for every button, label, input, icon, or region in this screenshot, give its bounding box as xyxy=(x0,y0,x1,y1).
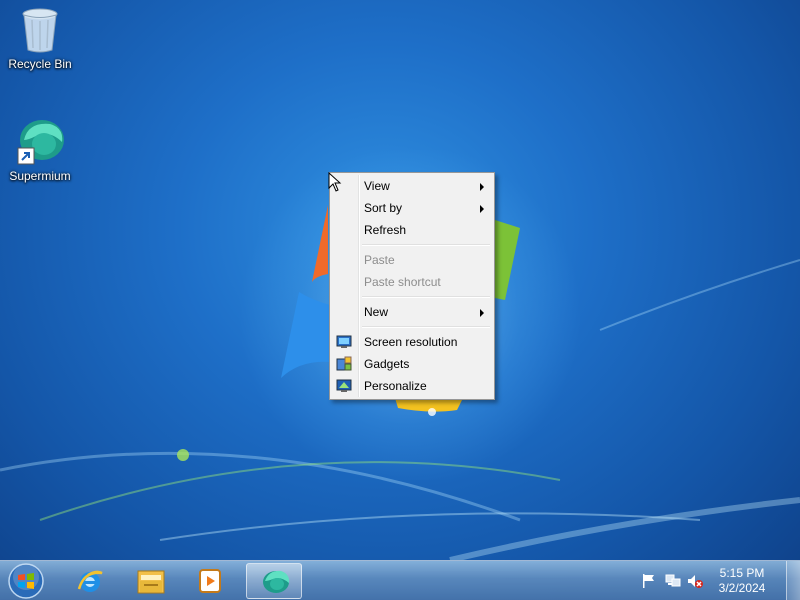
menu-separator xyxy=(332,323,492,331)
submenu-arrow-icon xyxy=(480,309,484,317)
menu-item-paste: Paste xyxy=(332,249,492,271)
clock-time: 5:15 PM xyxy=(719,566,765,580)
supermium-icon xyxy=(263,570,290,593)
desktop-context-menu: View Sort by Refresh Paste Paste shortcu… xyxy=(329,172,495,400)
gadgets-icon xyxy=(336,356,352,371)
menu-item-screen-resolution[interactable]: Screen resolution xyxy=(332,331,492,353)
menu-item-label: View xyxy=(364,179,390,193)
network-icon[interactable] xyxy=(665,573,681,589)
internet-explorer-icon xyxy=(77,570,103,592)
menu-item-label: Screen resolution xyxy=(364,335,458,349)
menu-item-label: Gadgets xyxy=(364,357,410,371)
recycle-bin-label: Recycle Bin xyxy=(8,57,72,71)
taskbar-internet-explorer[interactable] xyxy=(62,563,118,599)
personalize-icon xyxy=(336,379,352,392)
menu-separator xyxy=(332,241,492,249)
media-player-icon xyxy=(199,569,221,593)
menu-item-paste-shortcut: Paste shortcut xyxy=(332,271,492,293)
windows-start-orb-icon xyxy=(8,563,44,599)
menu-item-gadgets[interactable]: Gadgets xyxy=(332,353,492,375)
submenu-arrow-icon xyxy=(480,183,484,191)
clock[interactable]: 5:15 PM 3/2/2024 xyxy=(712,566,772,596)
submenu-arrow-icon xyxy=(480,205,484,213)
menu-item-label: New xyxy=(364,305,389,319)
taskbar-windows-explorer[interactable] xyxy=(122,563,178,599)
clock-date: 3/2/2024 xyxy=(718,581,766,595)
start-button[interactable] xyxy=(6,562,46,600)
screen-resolution-icon xyxy=(336,335,352,348)
menu-item-label: Paste shortcut xyxy=(364,275,441,289)
supermium-icon xyxy=(17,120,64,165)
menu-item-sort-by[interactable]: Sort by xyxy=(332,197,492,219)
system-tray: 5:15 PM 3/2/2024 xyxy=(635,561,800,600)
mouse-cursor-icon xyxy=(328,172,342,192)
supermium-label: Supermium xyxy=(9,169,71,183)
menu-separator xyxy=(332,293,492,301)
menu-item-view[interactable]: View xyxy=(332,175,492,197)
show-desktop-button[interactable] xyxy=(786,561,800,600)
menu-item-new[interactable]: New xyxy=(332,301,492,323)
taskbar: 5:15 PM 3/2/2024 xyxy=(0,560,800,600)
recycle-bin-icon xyxy=(22,8,58,53)
action-center-flag-icon[interactable] xyxy=(641,573,657,589)
menu-item-label: Sort by xyxy=(364,201,403,215)
menu-item-personalize[interactable]: Personalize xyxy=(332,375,492,397)
menu-item-label: Paste xyxy=(364,253,395,267)
desktop-icon-supermium[interactable]: Supermium xyxy=(5,118,75,183)
volume-muted-icon[interactable] xyxy=(687,573,703,589)
menu-item-label: Refresh xyxy=(364,223,407,237)
desktop-icon-recycle-bin[interactable]: Recycle Bin xyxy=(5,6,75,71)
windows-explorer-icon xyxy=(137,570,165,594)
menu-item-refresh[interactable]: Refresh xyxy=(332,219,492,241)
taskbar-media-player[interactable] xyxy=(182,563,238,599)
menu-item-label: Personalize xyxy=(364,379,427,393)
taskbar-supermium[interactable] xyxy=(246,563,302,599)
